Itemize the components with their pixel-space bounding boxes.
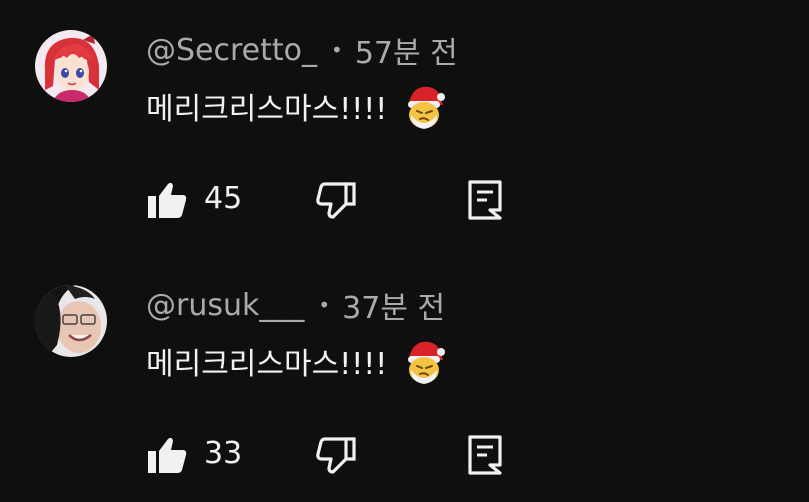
comment-body: 메리크리스마스!!!!	[146, 347, 388, 382]
comment-time: 37분 전	[342, 291, 446, 326]
comment-body: 메리크리스마스!!!!	[146, 92, 388, 127]
santa-face-emoji	[405, 83, 446, 129]
like-count: 45	[204, 181, 243, 216]
author-name[interactable]: @Secretto_	[146, 33, 317, 68]
thumbs-up-icon[interactable]	[146, 435, 188, 475]
avatar[interactable]	[35, 30, 107, 102]
comment-actions: 33	[146, 431, 526, 477]
comment-meta: @rusuk___ • 37분 전	[146, 285, 446, 327]
comment-actions: 45	[146, 176, 526, 222]
comment-text: 메리크리스마스!!!!	[146, 338, 446, 384]
separator-dot: •	[318, 293, 331, 317]
comment-item: @Secretto_ • 57분 전 메리크리스마스!!!! 45	[0, 0, 809, 247]
comment-text: 메리크리스마스!!!!	[146, 83, 446, 129]
avatar[interactable]	[35, 285, 107, 357]
thumbs-down-icon[interactable]	[316, 435, 356, 475]
separator-dot: •	[331, 38, 343, 62]
reply-comment-icon[interactable]	[468, 435, 502, 475]
thumbs-down-icon[interactable]	[316, 180, 356, 220]
reply-comment-icon[interactable]	[468, 180, 502, 220]
comment-meta: @Secretto_ • 57분 전	[146, 30, 458, 72]
comment-time: 57분 전	[354, 36, 458, 71]
thumbs-up-icon[interactable]	[146, 180, 188, 220]
santa-face-emoji	[405, 338, 446, 384]
author-name[interactable]: @rusuk___	[146, 288, 304, 323]
comment-item: @rusuk___ • 37분 전 메리크리스마스!!!! 33	[0, 255, 809, 502]
like-count: 33	[204, 436, 243, 471]
